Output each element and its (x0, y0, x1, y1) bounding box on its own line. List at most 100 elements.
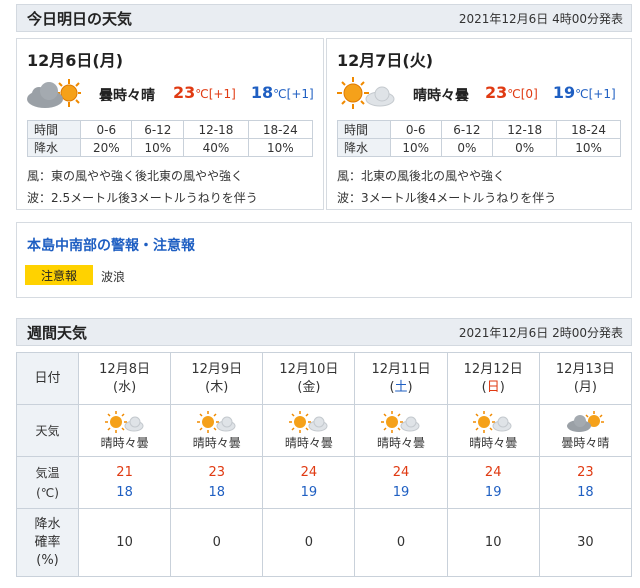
day-1-high: 23 (173, 83, 196, 102)
row-label-rain-line1: 降水 (34, 516, 61, 532)
cloudy-sometimes-sunny-icon (27, 79, 81, 108)
rain-value: 10% (556, 138, 621, 157)
weekly-date: 12月11日 (371, 361, 431, 377)
weekly-weather-cell: 晴時々曇 (262, 404, 356, 457)
warnings-title-link[interactable]: 本島中南部の警報・注意報 (27, 235, 195, 255)
sunny-sometimes-cloudy-icon (196, 410, 236, 433)
weekly-dow: (月) (573, 379, 597, 395)
weekly-rain-cell: 10 (446, 508, 540, 577)
weekly-date: 12月9日 (191, 361, 243, 377)
rain-header-period: 6-12 (131, 120, 185, 139)
day-2-high-unit: ℃ (507, 87, 521, 101)
weekly-rain-cell: 30 (538, 508, 633, 577)
sunny-sometimes-cloudy-icon (288, 410, 328, 433)
day-2-temps: 23℃[0] 19℃[+1] (485, 83, 616, 102)
weekly-date-cell: 12月9日 (木) (170, 352, 264, 405)
weekly-rain-cell: 0 (262, 508, 356, 577)
day-2-high: 23 (485, 83, 508, 102)
weekly-temp-cell: 21 18 (77, 456, 172, 509)
weekly-title: 週間天気 (27, 323, 88, 342)
rain-header-time: 時間 (26, 120, 82, 139)
advisory-text: 波浪 (101, 270, 126, 284)
weekly-date-cell: 12月10日 (金) (262, 352, 356, 405)
weekly-weather-text: 晴時々曇 (192, 435, 241, 450)
day-2-rain-table: 時間 0-6 6-12 12-18 18-24 降水 10% 0% 0% 10% (337, 120, 621, 157)
weekly-high: 21 (116, 464, 133, 480)
weekly-date: 12月12日 (463, 361, 523, 377)
weekly-date: 12月13日 (555, 361, 615, 377)
row-label-rain: 降水 確率 (%) (16, 508, 79, 577)
sunny-sometimes-cloudy-icon (381, 410, 420, 433)
weekly-low: 19 (484, 484, 502, 500)
day-2-high-diff: [0] (520, 87, 538, 101)
weekly-issued: 2021年12月6日 2時00分発表 (458, 325, 623, 340)
weekly-date-cell: 12月12日 (日) (446, 352, 540, 405)
row-label-temp-line2: (℃) (36, 485, 59, 500)
rain-header-period: 18-24 (556, 120, 621, 139)
sunny-sometimes-cloudy-icon (337, 77, 395, 109)
sunny-sometimes-cloudy-icon (473, 410, 512, 433)
weekly-temp-cell: 24 19 (262, 456, 356, 509)
row-label-rain-line3: (%) (36, 552, 59, 568)
day-1-rain-table: 時間 0-6 6-12 12-18 18-24 降水 20% 10% 40% 1… (26, 120, 314, 157)
weekly-date-cell: 12月13日 (月) (538, 352, 633, 405)
forecast-day-1: 12月6日(月) 曇時々晴 23℃[+1] 18℃[+1] 時間 0-6 6-1… (16, 38, 324, 210)
weekly-rain-cell: 0 (354, 508, 448, 577)
weekly-low: 18 (116, 484, 133, 500)
day-2-date: 12月7日(火) (337, 51, 434, 70)
weekly-weather-cell: 晴時々曇 (354, 404, 448, 457)
weekly-dow-sunday: 日 (486, 379, 500, 395)
day-2-weather-text: 晴時々曇 (413, 88, 469, 104)
weekly-weather-cell: 晴時々曇 (77, 404, 172, 457)
day-1-low-diff: [+1] (286, 87, 314, 101)
day-1-high-unit: ℃ (195, 87, 209, 101)
weekly-temp-cell: 23 18 (538, 456, 633, 509)
rain-header-time: 時間 (337, 120, 391, 139)
rain-label: 降水 (337, 138, 391, 157)
weekly-high: 24 (392, 464, 410, 480)
weekly-low: 19 (392, 484, 410, 500)
day-2-low-diff: [+1] (588, 87, 616, 101)
weekly-date: 12月8日 (99, 361, 150, 377)
rain-label: 降水 (26, 138, 82, 157)
day-1-low-unit: ℃ (273, 87, 287, 101)
weekly-dow: (水) (113, 379, 137, 395)
weekly-header: 週間天気 2021年12月6日 2時00分発表 (16, 318, 632, 346)
day-2-low: 19 (552, 83, 576, 102)
day-2-low-unit: ℃ (575, 87, 589, 101)
weekly-weather-cell: 晴時々曇 (170, 404, 264, 457)
today-tomorrow-issued: 2021年12月6日 4時00分発表 (458, 11, 623, 26)
rain-header-period: 18-24 (247, 120, 314, 139)
weekly-weather-text: 晴時々曇 (377, 435, 426, 450)
rain-value: 20% (80, 138, 133, 157)
weekly-low: 18 (208, 484, 225, 500)
day-1-low: 18 (250, 83, 274, 102)
weekly-rain-cell: 10 (77, 508, 172, 577)
row-label-temp-line1: 気温 (35, 465, 60, 480)
weekly-weather-text: 晴時々曇 (284, 435, 333, 450)
today-tomorrow-header: 今日明日の天気 2021年12月6日 4時00分発表 (16, 4, 632, 32)
sunny-sometimes-cloudy-icon (104, 410, 144, 433)
rain-header-period: 12-18 (183, 120, 249, 139)
day-1-wave: 波：2.5メートル後3メートルうねりを伴う (27, 191, 258, 205)
weekly-weather-text: 晴時々曇 (469, 435, 518, 450)
day-1-weather-text: 曇時々晴 (99, 88, 155, 104)
weekly-high: 24 (300, 464, 318, 480)
row-label-weather: 天気 (16, 404, 79, 457)
weekly-temp-cell: 24 19 (354, 456, 448, 509)
rain-header-period: 0-6 (80, 120, 133, 139)
rain-value: 0% (440, 138, 494, 157)
weekly-weather-cell: 曇時々晴 (538, 404, 633, 457)
rain-header-period: 6-12 (440, 120, 494, 139)
weekly-table: 日付 12月8日 (水) 12月9日 (木) 12月10日 (金) 12月11日 (土)… (16, 352, 633, 577)
rain-value: 10% (131, 138, 185, 157)
weekly-high: 23 (577, 464, 594, 480)
rain-header-period: 12-18 (492, 120, 558, 139)
weekly-temp-cell: 23 18 (170, 456, 264, 509)
weekly-weather-text: 曇時々晴 (561, 435, 610, 450)
weekly-date: 12月10日 (279, 361, 339, 377)
warnings-panel: 本島中南部の警報・注意報 注意報 波浪 (16, 222, 632, 298)
rain-value: 10% (389, 138, 442, 157)
weekly-dow: (金) (297, 379, 321, 395)
rain-value: 40% (183, 138, 249, 157)
